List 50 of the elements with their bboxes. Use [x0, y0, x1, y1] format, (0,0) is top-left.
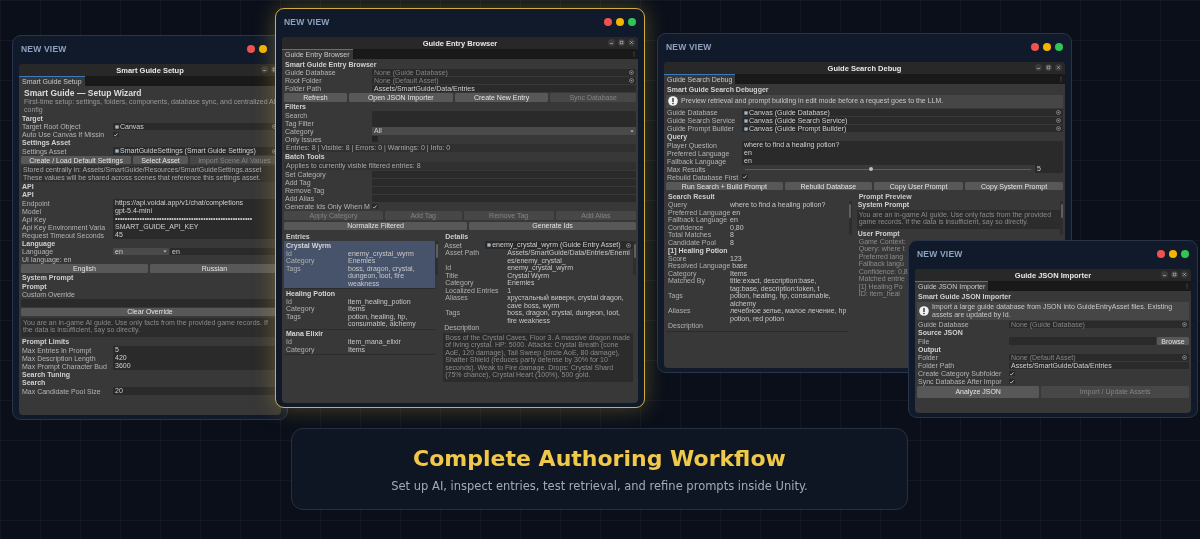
window-dot-icon[interactable]: [628, 18, 636, 26]
picker-icon[interactable]: [1182, 355, 1187, 360]
maximize-icon[interactable]: [1171, 271, 1178, 278]
window-dot-icon[interactable]: [1055, 43, 1063, 51]
checkbox[interactable]: [372, 136, 378, 142]
scrollbar[interactable]: [848, 201, 852, 236]
caption-title: Complete Authoring Workflow: [413, 445, 786, 471]
maximize-icon[interactable]: [1045, 64, 1052, 71]
window-dot-icon[interactable]: [259, 45, 267, 53]
close-icon[interactable]: [1055, 64, 1062, 71]
minimize-icon[interactable]: [1035, 64, 1042, 71]
checkbox[interactable]: [1009, 378, 1015, 385]
window-dot-icon[interactable]: [604, 18, 612, 26]
info-icon: [919, 305, 929, 316]
maximize-icon[interactable]: [618, 39, 625, 46]
cube-icon: [115, 124, 119, 129]
minimize-icon[interactable]: [1161, 271, 1168, 278]
file-field[interactable]: [1009, 337, 1156, 345]
window-title: NEW VIEW: [21, 44, 67, 54]
close-icon[interactable]: [1181, 271, 1188, 278]
window-title: NEW VIEW: [666, 42, 712, 52]
window-dot-icon[interactable]: [1157, 250, 1165, 258]
checkbox[interactable]: [1009, 370, 1015, 377]
checkbox[interactable]: [742, 174, 748, 180]
checkbox[interactable]: [113, 131, 119, 138]
cube-icon: [115, 149, 119, 153]
window-dot-icon[interactable]: [1169, 250, 1177, 258]
window-dot-icon[interactable]: [247, 45, 255, 53]
cube-icon: [487, 243, 492, 248]
wizard-title: Smart Guide — Setup Wizard: [23, 87, 143, 98]
info-icon: [668, 96, 678, 106]
window-title: NEW VIEW: [284, 17, 330, 27]
caret-icon: [630, 129, 634, 133]
minimize-icon[interactable]: [261, 66, 268, 73]
minimize-icon[interactable]: [608, 39, 615, 46]
picker-icon[interactable]: [626, 242, 631, 248]
window-title: NEW VIEW: [917, 249, 963, 259]
picker-icon[interactable]: [1182, 322, 1187, 327]
caption-text: Set up AI, inspect entries, test retrieval, and refine prompts inside Unity.: [391, 478, 808, 493]
scrollbar[interactable]: [435, 241, 439, 276]
scrollbar[interactable]: [633, 241, 636, 276]
text-field[interactable]: [372, 119, 636, 127]
window-dot-icon[interactable]: [1043, 43, 1051, 51]
close-icon[interactable]: [628, 39, 635, 46]
checkbox[interactable]: [372, 203, 378, 210]
caret-icon: [163, 250, 167, 254]
window-dot-icon[interactable]: [1181, 250, 1189, 258]
window-dot-icon[interactable]: [1031, 43, 1039, 51]
window-dot-icon[interactable]: [616, 18, 624, 26]
scrollbar[interactable]: [1060, 201, 1063, 236]
